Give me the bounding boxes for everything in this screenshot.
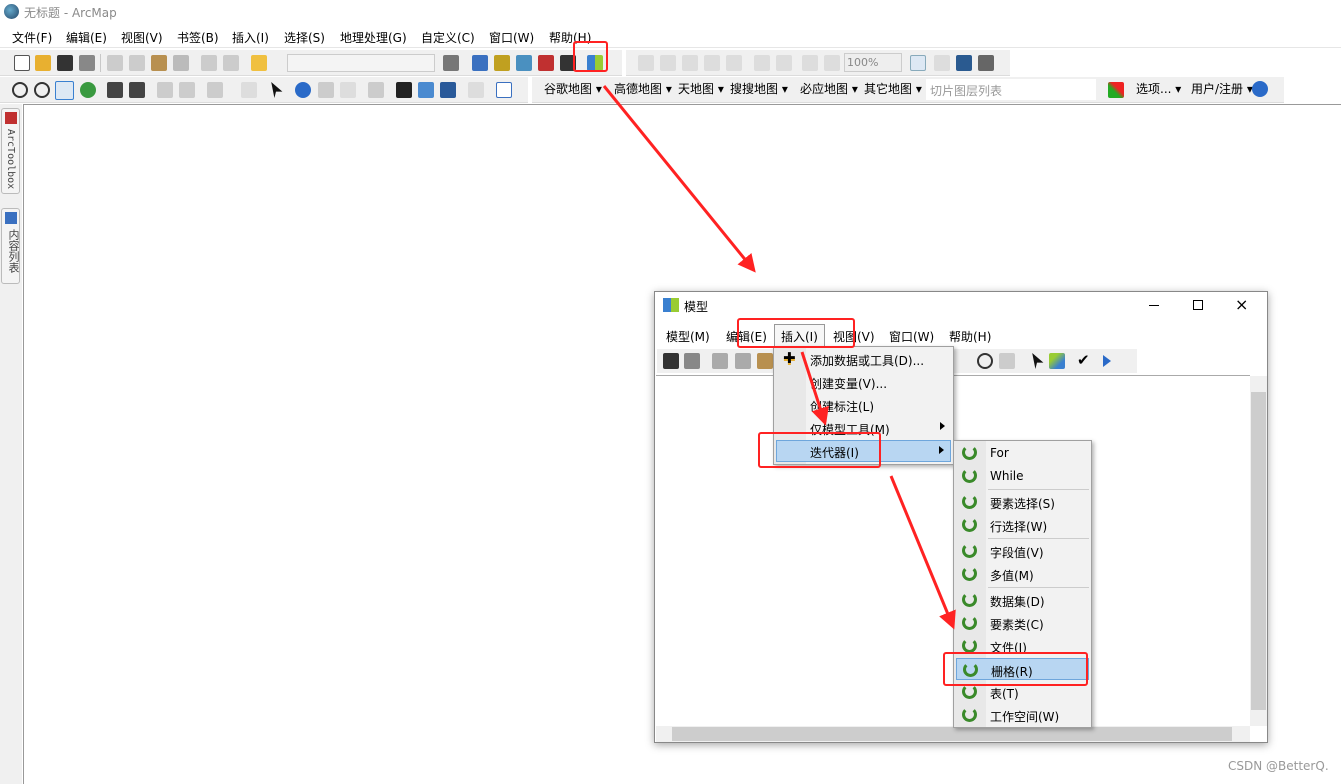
arrow-1 <box>602 85 756 273</box>
annotation-arrows <box>602 85 956 630</box>
arrow-2 <box>800 351 829 426</box>
watermark: CSDN @BetterQ. <box>1228 759 1329 773</box>
arrow-3 <box>889 475 956 630</box>
